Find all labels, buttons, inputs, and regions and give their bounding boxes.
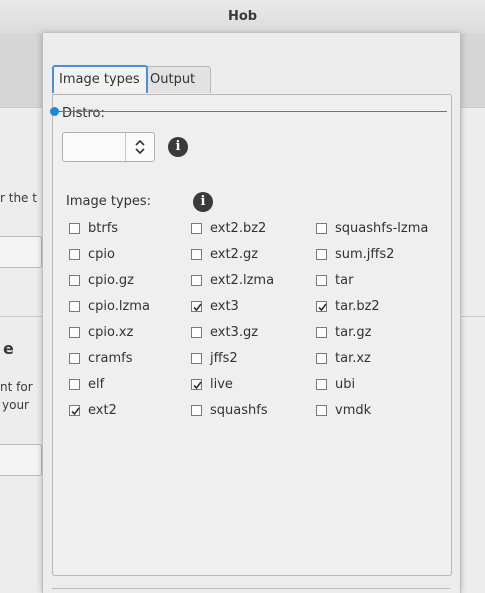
distro-info-icon[interactable]: i: [168, 137, 188, 157]
overlay-pointer-dot: [50, 107, 59, 116]
distro-label: Distro:: [62, 106, 105, 121]
checkbox-box[interactable]: [316, 301, 327, 312]
checkbox-box[interactable]: [316, 353, 327, 364]
checkbox-label: cramfs: [88, 351, 133, 366]
checkbox-label: tar.gz: [335, 325, 372, 340]
checkbox-box[interactable]: [191, 379, 202, 390]
checkbox-label: ext3: [210, 299, 239, 314]
background-text-2: nt for: [0, 380, 33, 394]
checkbox-label: cpio: [88, 247, 115, 262]
checkbox-box[interactable]: [316, 327, 327, 338]
checkbox-box[interactable]: [69, 353, 80, 364]
checkbox-box[interactable]: [69, 249, 80, 260]
background-text-3: your: [2, 398, 29, 412]
checkmark-icon: [318, 303, 327, 312]
checkbox-label: elf: [88, 377, 105, 392]
image-types-dialog: Image types Output Distro: i Image types…: [42, 33, 461, 593]
checkbox-label: ext2.gz: [210, 247, 259, 262]
checkbox-label: ext2.bz2: [210, 221, 267, 236]
checkbox-box[interactable]: [69, 405, 80, 416]
tab-image-types-label: Image types: [59, 72, 140, 87]
dialog-bottom-divider: [52, 588, 450, 589]
checkbox-box[interactable]: [316, 275, 327, 286]
checkbox-box[interactable]: [316, 223, 327, 234]
checkbox-box[interactable]: [69, 301, 80, 312]
checkbox-box[interactable]: [69, 275, 80, 286]
image-types-info-icon[interactable]: i: [193, 192, 213, 212]
checkbox-box[interactable]: [316, 249, 327, 260]
checkbox-label: squashfs: [210, 403, 268, 418]
tab-output-label: Output: [150, 72, 196, 87]
tab-image-types[interactable]: Image types: [52, 65, 148, 93]
checkbox-label: tar.xz: [335, 351, 371, 366]
checkbox-label: squashfs-lzma: [335, 221, 429, 236]
overlay-pointer-line: [55, 111, 447, 112]
background-text-1: r the t: [0, 191, 37, 205]
checkbox-label: jffs2: [210, 351, 238, 366]
checkbox-label: tar: [335, 273, 354, 288]
checkbox-label: ext2.lzma: [210, 273, 275, 288]
tab-output[interactable]: Output: [144, 66, 211, 93]
checkbox-box[interactable]: [191, 223, 202, 234]
checkbox-label: ext2: [88, 403, 117, 418]
window-titlebar: Hob: [0, 0, 485, 34]
checkbox-box[interactable]: [69, 327, 80, 338]
checkbox-box[interactable]: [191, 327, 202, 338]
checkbox-label: cpio.xz: [88, 325, 134, 340]
checkbox-label: ext3.gz: [210, 325, 259, 340]
background-heading-fragment: e: [3, 339, 14, 358]
checkbox-label: ubi: [335, 377, 356, 392]
checkmark-icon: [71, 407, 80, 416]
checkbox-box[interactable]: [191, 405, 202, 416]
checkbox-label: tar.bz2: [335, 299, 380, 314]
checkbox-box[interactable]: [316, 405, 327, 416]
checkbox-box[interactable]: [191, 249, 202, 260]
image-types-label: Image types:: [66, 194, 152, 209]
spin-arrows-icon[interactable]: [125, 133, 154, 161]
checkbox-box[interactable]: [316, 379, 327, 390]
background-button-2[interactable]: [0, 444, 42, 476]
window-title: Hob: [227, 9, 258, 24]
checkbox-box[interactable]: [69, 379, 80, 390]
checkbox-box[interactable]: [69, 223, 80, 234]
checkbox-box[interactable]: [191, 301, 202, 312]
distro-combobox[interactable]: [62, 132, 155, 162]
checkbox-label: cpio.lzma: [88, 299, 150, 314]
checkmark-icon: [193, 381, 202, 390]
checkbox-label: btrfs: [88, 221, 119, 236]
checkmark-icon: [193, 303, 202, 312]
background-button-1[interactable]: [0, 236, 42, 268]
checkbox-box[interactable]: [191, 353, 202, 364]
checkbox-label: live: [210, 377, 233, 392]
checkbox-box[interactable]: [191, 275, 202, 286]
checkbox-label: sum.jffs2: [335, 247, 395, 262]
checkbox-label: cpio.gz: [88, 273, 134, 288]
checkbox-label: vmdk: [335, 403, 372, 418]
